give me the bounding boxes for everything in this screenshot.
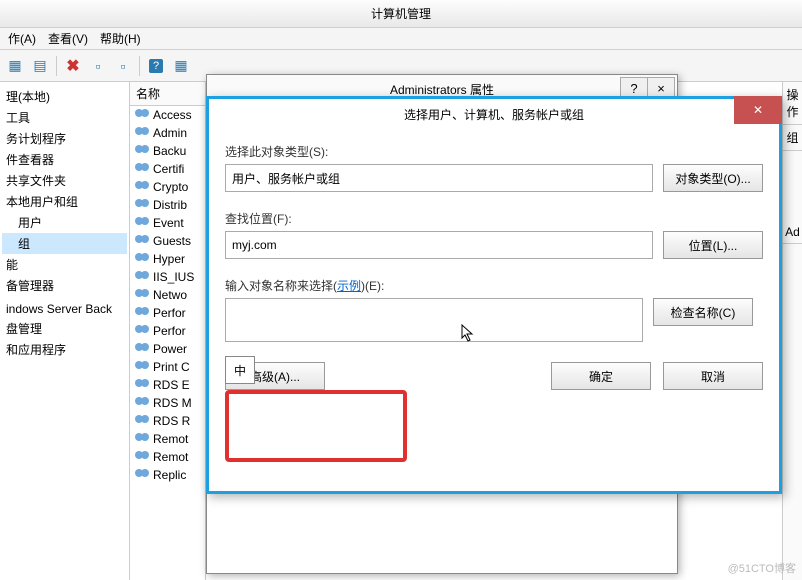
list-header-name[interactable]: 名称 [130, 82, 205, 106]
list-item[interactable]: IIS_IUS [130, 268, 205, 286]
toolbar-props-icon[interactable]: ▦ [170, 55, 192, 77]
group-icon [134, 342, 150, 356]
list-panel[interactable]: 名称 Access Admin Backu Certifi Crypto Dis… [130, 82, 206, 580]
tree-item[interactable]: 本地用户和组 [2, 191, 127, 212]
list-item[interactable]: Crypto [130, 178, 205, 196]
group-icon [134, 432, 150, 446]
object-type-field[interactable] [225, 164, 653, 192]
group-icon [134, 162, 150, 176]
tree-item[interactable]: 和应用程序 [2, 339, 127, 360]
ime-indicator[interactable]: 中 [225, 356, 255, 384]
list-item[interactable]: RDS R [130, 412, 205, 430]
location-label: 查找位置(F): [225, 212, 292, 226]
group-icon [134, 468, 150, 482]
cancel-button[interactable]: 取消 [663, 362, 763, 390]
object-names-label: 输入对象名称来选择(示例)(E): [225, 279, 384, 293]
group-icon [134, 414, 150, 428]
list-item[interactable]: Certifi [130, 160, 205, 178]
main-window-titlebar: 计算机管理 [0, 0, 802, 28]
select-objects-body: 选择此对象类型(S): 对象类型(O)... 查找位置(F): 位置(L)...… [209, 129, 779, 404]
toolbar-table-icon[interactable]: ▦ [4, 55, 26, 77]
list-item[interactable]: Print C [130, 358, 205, 376]
group-icon [134, 450, 150, 464]
tree-item-users[interactable]: 用户 [2, 212, 127, 233]
actions-header: 操作 [783, 82, 802, 125]
tree-root[interactable]: 理(本地) [2, 86, 127, 107]
toolbar-separator [56, 56, 57, 76]
list-item[interactable]: RDS M [130, 394, 205, 412]
tree-item[interactable]: indows Server Back [2, 300, 127, 318]
group-icon [134, 126, 150, 140]
actions-ad[interactable]: Ad [783, 221, 802, 244]
group-icon [134, 306, 150, 320]
list-item[interactable]: Event [130, 214, 205, 232]
tree-item[interactable]: 共享文件夹 [2, 170, 127, 191]
menu-action[interactable]: 作(A) [2, 28, 42, 49]
actions-panel: 操作 组 Ad [782, 82, 802, 580]
select-objects-titlebar[interactable]: 选择用户、计算机、服务帐户或组 ✕ [209, 99, 779, 129]
group-icon [134, 216, 150, 230]
examples-link[interactable]: 示例 [337, 279, 361, 293]
tree-item[interactable]: 工具 [2, 107, 127, 128]
group-icon [134, 234, 150, 248]
tree-item[interactable]: 备管理器 [2, 275, 127, 296]
list-item[interactable]: Guests [130, 232, 205, 250]
close-icon: ✕ [753, 103, 763, 117]
check-names-button[interactable]: 检查名称(C) [653, 298, 753, 326]
group-icon [134, 198, 150, 212]
list-item[interactable]: Power [130, 340, 205, 358]
toolbar-copy-icon[interactable]: ▫ [87, 55, 109, 77]
tree-item-groups[interactable]: 组 [2, 233, 127, 254]
tree-item[interactable]: 盘管理 [2, 318, 127, 339]
location-field[interactable] [225, 231, 653, 259]
list-item[interactable]: Access [130, 106, 205, 124]
select-objects-close-button[interactable]: ✕ [734, 96, 782, 124]
object-type-label: 选择此对象类型(S): [225, 145, 328, 159]
toolbar-delete-icon[interactable]: ✖ [62, 55, 84, 77]
toolbar-new-icon[interactable]: ▫ [112, 55, 134, 77]
list-item[interactable]: Perfor [130, 304, 205, 322]
toolbar-detail-icon[interactable]: ▤ [29, 55, 51, 77]
group-icon [134, 270, 150, 284]
main-window-title: 计算机管理 [371, 5, 431, 22]
actions-group[interactable]: 组 [783, 125, 802, 151]
menubar: 作(A) 查看(V) 帮助(H) [0, 28, 802, 50]
list-item[interactable]: Remot [130, 448, 205, 466]
tree-panel[interactable]: 理(本地) 工具 务计划程序 件查看器 共享文件夹 本地用户和组 用户 组 能 … [0, 82, 130, 580]
group-icon [134, 288, 150, 302]
list-item[interactable]: RDS E [130, 376, 205, 394]
list-item[interactable]: Netwo [130, 286, 205, 304]
menu-help[interactable]: 帮助(H) [94, 28, 147, 49]
group-icon [134, 108, 150, 122]
group-icon [134, 360, 150, 374]
list-item[interactable]: Admin [130, 124, 205, 142]
menu-view[interactable]: 查看(V) [42, 28, 94, 49]
group-icon [134, 324, 150, 338]
tree-item[interactable]: 件查看器 [2, 149, 127, 170]
group-icon [134, 252, 150, 266]
tree-item[interactable]: 能 [2, 254, 127, 275]
group-icon [134, 396, 150, 410]
watermark: @51CTO博客 [728, 560, 796, 576]
list-item[interactable]: Distrib [130, 196, 205, 214]
ok-button[interactable]: 确定 [551, 362, 651, 390]
list-item[interactable]: Remot [130, 430, 205, 448]
select-objects-title: 选择用户、计算机、服务帐户或组 [404, 106, 584, 123]
locations-button[interactable]: 位置(L)... [663, 231, 763, 259]
group-icon [134, 180, 150, 194]
tree-item[interactable]: 务计划程序 [2, 128, 127, 149]
object-types-button[interactable]: 对象类型(O)... [663, 164, 763, 192]
list-item[interactable]: Replic [130, 466, 205, 484]
group-icon [134, 378, 150, 392]
list-item[interactable]: Hyper [130, 250, 205, 268]
list-item[interactable]: Backu [130, 142, 205, 160]
toolbar-separator [139, 56, 140, 76]
group-icon [134, 144, 150, 158]
toolbar-help-icon[interactable]: ? [145, 55, 167, 77]
list-item[interactable]: Perfor [130, 322, 205, 340]
object-names-input[interactable] [225, 298, 643, 342]
select-objects-dialog: 选择用户、计算机、服务帐户或组 ✕ 选择此对象类型(S): 对象类型(O)...… [206, 96, 782, 494]
